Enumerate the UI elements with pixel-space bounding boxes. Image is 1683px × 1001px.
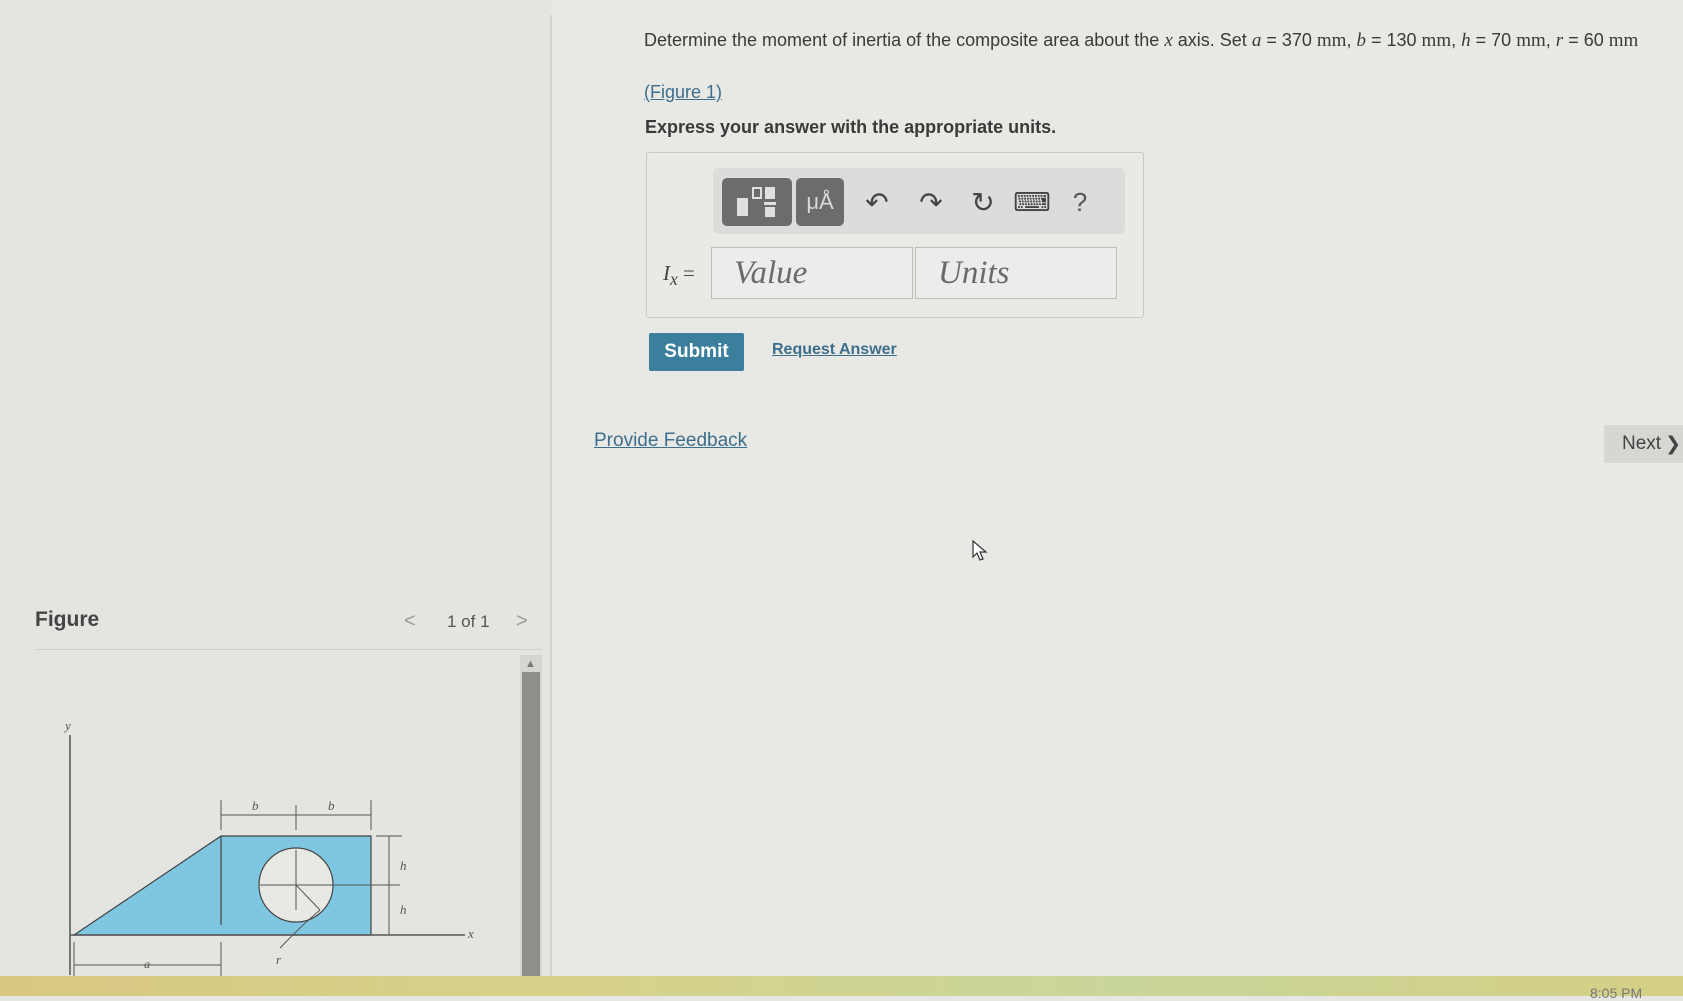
- undo-icon[interactable]: ↶: [857, 182, 897, 222]
- templates-icon: [737, 187, 776, 217]
- templates-button[interactable]: [722, 178, 792, 226]
- unit-r: mm: [1608, 30, 1639, 51]
- chevron-right-icon[interactable]: >: [516, 610, 528, 633]
- a-label: a: [144, 957, 150, 971]
- taskbar-clock: 8:05 PM: [1590, 985, 1643, 1001]
- taskbar: [0, 976, 1683, 996]
- answer-box: μÅ ↶ ↷ ↻ ⌨ ? Ix = Value Units: [646, 152, 1144, 318]
- unit-h: mm: [1516, 30, 1546, 51]
- chevron-right-icon: ❯: [1665, 433, 1681, 455]
- equals-sign: =: [683, 261, 695, 285]
- r-label: r: [276, 952, 282, 967]
- value-b: = 130: [1370, 30, 1417, 50]
- chevron-left-icon[interactable]: <: [404, 610, 416, 633]
- unit-a: mm: [1316, 30, 1347, 51]
- var-b: b: [1356, 30, 1366, 51]
- composite-area-diagram: y r x b b h h a: [63, 718, 474, 978]
- answer-instructions: Express your answer with the appropriate…: [645, 117, 1057, 137]
- var-symbol: I: [663, 261, 670, 285]
- help-icon[interactable]: ?: [1060, 182, 1100, 222]
- x-axis-label: x: [467, 926, 474, 941]
- scroll-up-icon[interactable]: ▲: [525, 658, 536, 670]
- value-input[interactable]: Value: [711, 247, 913, 299]
- mouse-cursor-icon: [972, 540, 988, 561]
- value-r: = 60: [1568, 30, 1604, 50]
- mu-angstrom-icon: μÅ: [806, 189, 834, 214]
- b-label-left: b: [252, 798, 259, 813]
- figure-title: Figure: [35, 608, 100, 631]
- submit-button[interactable]: Submit: [649, 333, 744, 371]
- axis-variable: x: [1164, 30, 1173, 51]
- question-axis-word: axis. Set: [1177, 30, 1247, 50]
- question-pane: [552, 0, 1683, 980]
- var-a: a: [1251, 30, 1262, 51]
- request-answer-link[interactable]: Request Answer: [772, 341, 897, 359]
- var-r: r: [1555, 30, 1564, 51]
- reset-icon[interactable]: ↻: [963, 182, 1003, 222]
- unit-b: mm: [1421, 30, 1452, 51]
- math-toolbar: μÅ ↶ ↷ ↻ ⌨ ?: [713, 168, 1125, 234]
- figure-divider: [35, 649, 542, 650]
- var-h: h: [1461, 30, 1471, 51]
- question-prefix: Determine the moment of inertia of the c…: [644, 30, 1160, 50]
- units-symbol-button[interactable]: μÅ: [796, 178, 844, 226]
- var-subscript: x: [670, 269, 678, 290]
- keyboard-icon[interactable]: ⌨: [1012, 182, 1052, 222]
- value-a: = 370: [1266, 30, 1312, 50]
- value-h: = 70: [1475, 30, 1512, 50]
- next-label: Next: [1622, 433, 1662, 454]
- y-axis-label: y: [63, 718, 71, 733]
- b-label-right: b: [328, 798, 335, 813]
- figure-link[interactable]: (Figure 1): [644, 82, 722, 103]
- question-text: Determine the moment of inertia of the c…: [644, 30, 1639, 51]
- h-label-bottom: h: [400, 902, 407, 917]
- h-label-top: h: [400, 858, 407, 873]
- answer-variable-label: Ix =: [663, 261, 695, 290]
- provide-feedback-link[interactable]: Provide Feedback: [594, 430, 747, 452]
- units-input[interactable]: Units: [915, 247, 1117, 299]
- figure-page-indicator: 1 of 1: [447, 612, 490, 631]
- redo-icon[interactable]: ↷: [911, 182, 951, 222]
- next-button[interactable]: Next ❯: [1604, 425, 1683, 463]
- scrollbar-thumb[interactable]: [522, 672, 540, 980]
